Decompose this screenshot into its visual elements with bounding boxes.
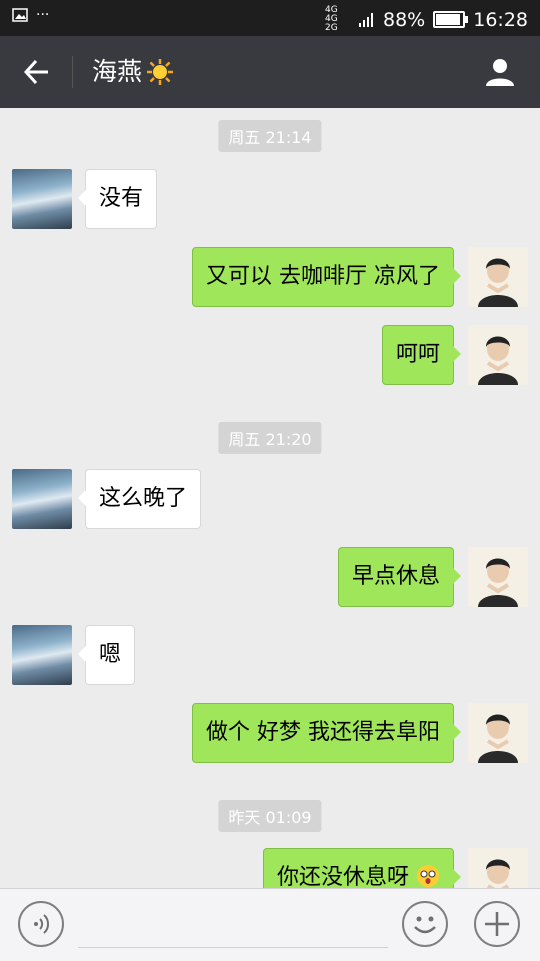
- input-bar: [0, 888, 540, 961]
- sent-message-bubble[interactable]: 又可以 去咖啡厅 凉风了: [192, 247, 461, 307]
- my-avatar[interactable]: [468, 247, 528, 307]
- clock: 16:28: [473, 8, 528, 31]
- status-right: 4G 4G 2G 88% 16:28: [325, 6, 528, 33]
- avatar-photo: [478, 714, 518, 763]
- image-icon: [12, 8, 28, 22]
- avatar-photo: [478, 258, 518, 307]
- more-dots-icon: ···: [36, 7, 50, 23]
- contact-avatar[interactable]: [12, 625, 72, 685]
- battery-icon: [433, 11, 469, 28]
- my-avatar[interactable]: [468, 703, 528, 763]
- sent-message-bubble[interactable]: 呵呵: [381, 325, 462, 385]
- plus-icon: [485, 912, 509, 936]
- signal-icon: [359, 12, 373, 27]
- message-text: 你还没休息呀: [276, 865, 409, 888]
- network-type: 4G 4G 2G: [325, 5, 338, 33]
- emoji-button[interactable]: [402, 901, 448, 947]
- status-left: ···: [12, 8, 49, 22]
- avatar-photo: [478, 558, 518, 607]
- header-divider: [72, 56, 73, 88]
- battery-percent: 88%: [383, 8, 426, 31]
- my-avatar[interactable]: [468, 547, 528, 607]
- voice-button[interactable]: [18, 901, 64, 947]
- chat-title: 海燕: [92, 56, 174, 88]
- received-message-bubble[interactable]: 没有: [77, 169, 158, 229]
- message-input[interactable]: [78, 947, 388, 948]
- avatar-photo: [478, 336, 518, 385]
- avatar-photo: [486, 859, 510, 888]
- my-avatar[interactable]: [468, 325, 528, 385]
- my-avatar[interactable]: [468, 848, 528, 888]
- timestamp: 周五 21:20: [218, 422, 322, 454]
- contact-profile-icon[interactable]: [484, 56, 516, 88]
- sun-emoji-icon: [147, 59, 174, 85]
- message-list[interactable]: 周五 21:14 没有 又可以 去咖啡厅 凉风了 呵呵 周五 21:20 这么晚…: [0, 108, 540, 888]
- status-bar: ··· 4G 4G 2G 88% 16:28: [0, 0, 540, 36]
- chat-header: 海燕: [0, 36, 540, 108]
- more-actions-button[interactable]: [474, 901, 520, 947]
- sent-message-bubble[interactable]: 做个 好梦 我还得去阜阳: [192, 703, 461, 763]
- voice-icon: [34, 914, 50, 934]
- timestamp: 昨天 01:09: [218, 800, 322, 832]
- received-message-bubble[interactable]: 嗯: [77, 625, 136, 685]
- contact-avatar[interactable]: [12, 169, 72, 229]
- emoji-icon: [414, 916, 436, 934]
- surprised-emoji-icon: [417, 865, 439, 887]
- timestamp: 周五 21:14: [218, 120, 322, 152]
- received-message-bubble[interactable]: 这么晚了: [77, 469, 202, 529]
- back-arrow-icon[interactable]: [22, 58, 50, 86]
- contact-avatar[interactable]: [12, 469, 72, 529]
- sent-message-bubble[interactable]: 早点休息: [337, 547, 462, 607]
- contact-name: 海燕: [92, 57, 143, 86]
- sent-message-bubble[interactable]: 你还没休息呀: [262, 848, 462, 888]
